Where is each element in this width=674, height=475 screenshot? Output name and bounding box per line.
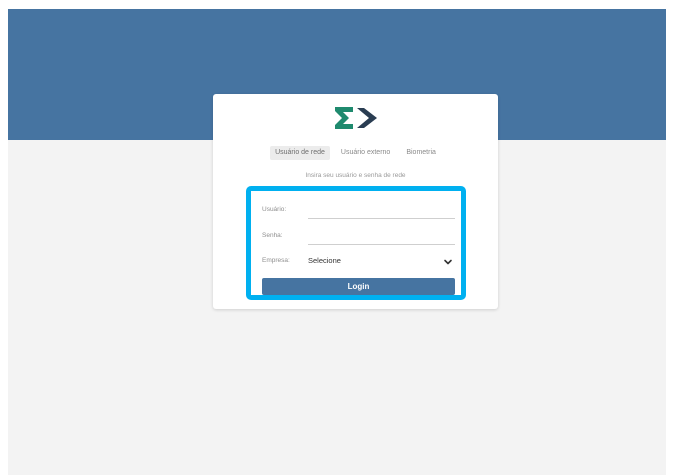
company-selected-value: Selecione <box>308 256 341 265</box>
page-frame: Usuário de rede Usuário externo Biometri… <box>8 9 666 475</box>
app-logo <box>213 104 498 132</box>
sigma-arrow-logo-icon <box>334 107 377 129</box>
password-row: Senha: <box>262 229 455 245</box>
login-card: Usuário de rede Usuário externo Biometri… <box>213 94 498 309</box>
chevron-down-icon[interactable] <box>443 257 453 267</box>
tab-network-user[interactable]: Usuário de rede <box>270 146 330 160</box>
company-label: Empresa: <box>262 257 290 264</box>
tab-external-user[interactable]: Usuário externo <box>336 146 395 160</box>
password-underline <box>308 244 455 245</box>
password-label: Senha: <box>262 232 283 239</box>
user-input[interactable] <box>308 203 455 218</box>
company-select[interactable]: Empresa: Selecione <box>262 254 455 270</box>
login-hint: Insira seu usuário e senha de rede <box>305 172 406 179</box>
tab-biometrics[interactable]: Biometria <box>401 146 441 160</box>
user-row: Usuário: <box>262 203 455 219</box>
login-form-highlight: Usuário: Senha: Empresa: Selecione Login <box>246 186 466 300</box>
user-underline <box>308 218 455 219</box>
user-label: Usuário: <box>262 206 287 213</box>
password-input[interactable] <box>308 229 455 244</box>
login-tabs: Usuário de rede Usuário externo Biometri… <box>213 146 498 160</box>
login-button[interactable]: Login <box>262 278 455 295</box>
